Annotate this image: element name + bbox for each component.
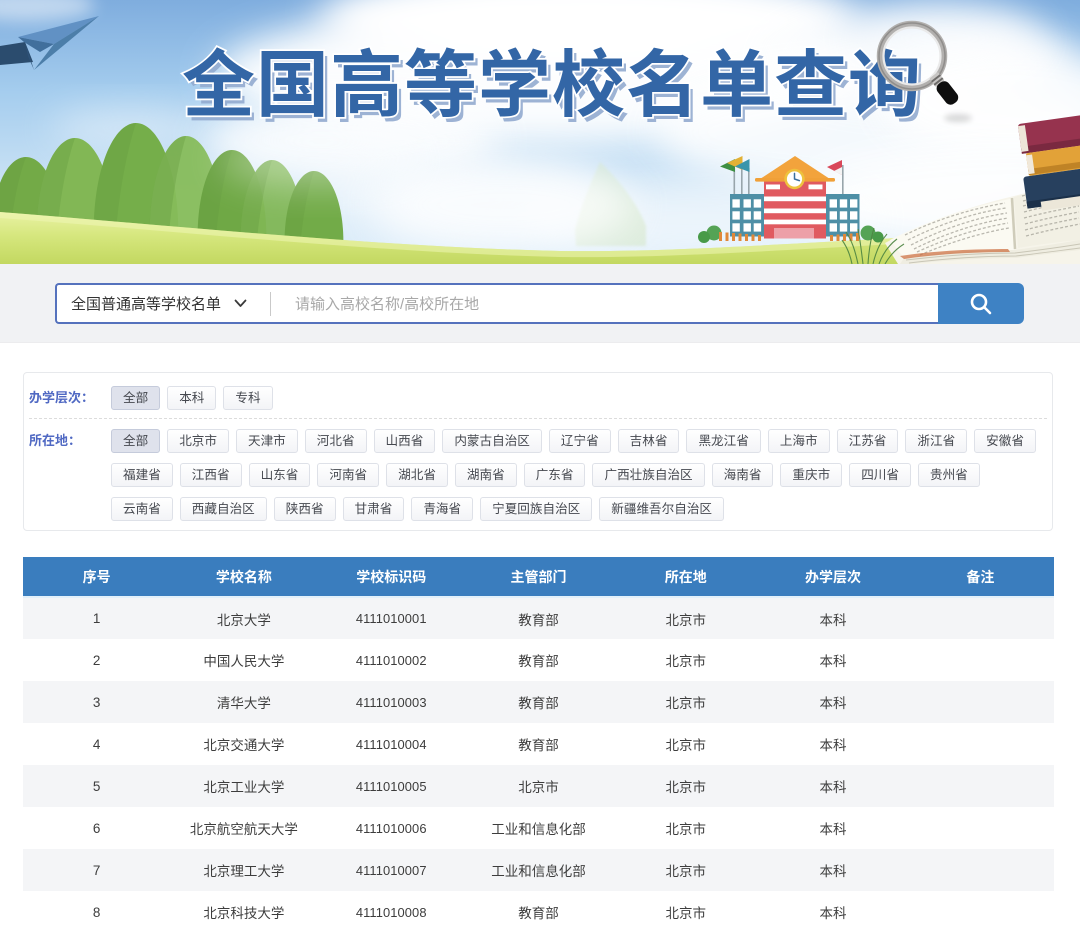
svg-text:全国高等学校名单查询: 全国高等学校名单查询 <box>182 45 922 126</box>
